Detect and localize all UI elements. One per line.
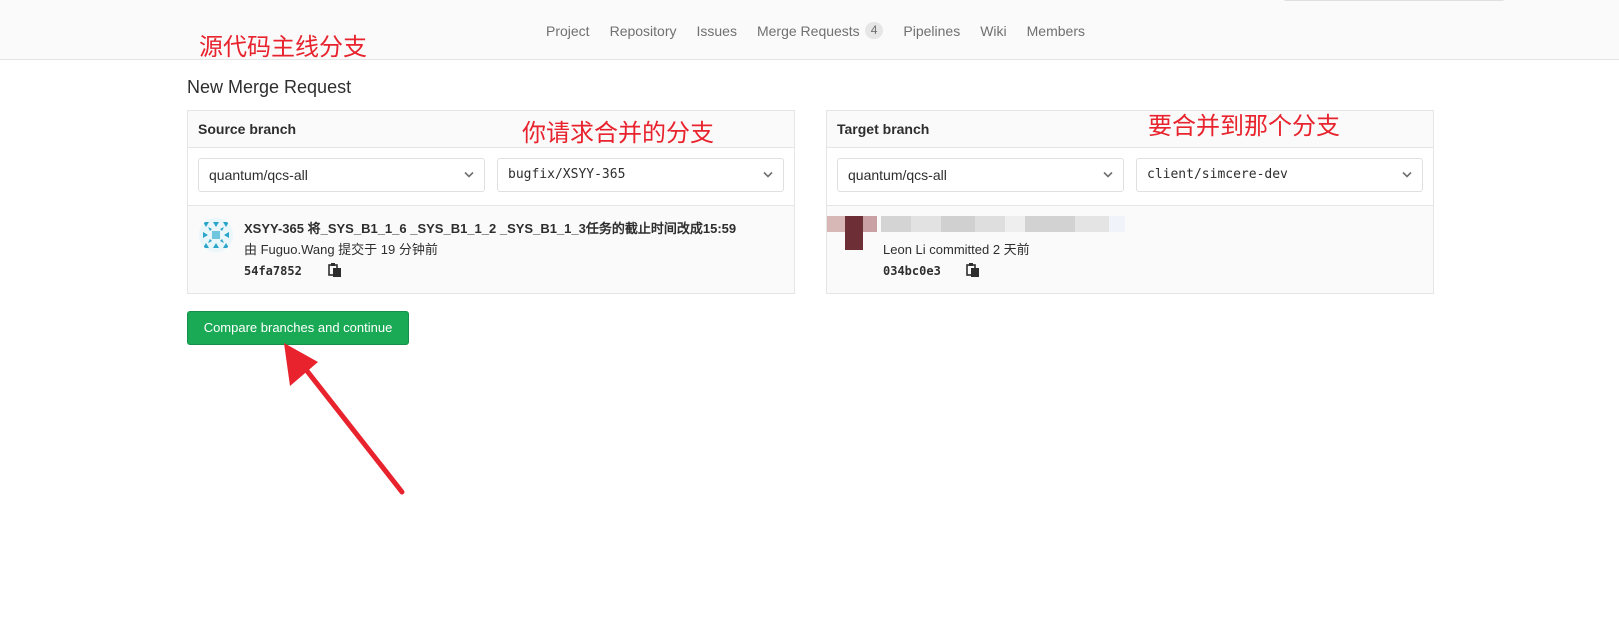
annotation-target-hint: 要合并到那个分支 [1148,112,1340,140]
source-commit-sha[interactable]: 54fa7852 [244,264,302,278]
redacted-commit-title [827,216,1137,250]
chevron-down-icon [763,171,773,178]
source-commit: XSYY-365 将_SYS_B1_1_6 _SYS_B1_1_2 _SYS_B… [188,206,794,294]
target-branch-heading: Target branch [827,111,1433,148]
source-commit-title[interactable]: XSYY-365 将_SYS_B1_1_6 _SYS_B1_1_2 _SYS_B… [244,218,736,237]
search-input[interactable] [1283,0,1505,1]
source-commit-meta: 由 Fuguo.Wang 提交于 19 分钟前 [244,242,438,257]
source-project-value: quantum/qcs-all [209,167,308,183]
page-title: New Merge Request [187,77,352,97]
chevron-down-icon [464,171,474,178]
chevron-down-icon [1402,171,1412,178]
nav-issues[interactable]: Issues [697,23,737,39]
avatar [199,218,233,252]
clipboard-icon[interactable] [328,262,342,278]
source-selects: quantum/qcs-all bugfix/XSYY-365 [188,148,794,206]
target-commit: Leon Li committed 2 天前 034bc0e3 [827,206,1433,294]
target-project-dropdown[interactable]: quantum/qcs-all [837,158,1124,192]
source-branch-value: bugfix/XSYY-365 [508,167,626,182]
target-branch-dropdown[interactable]: client/simcere-dev [1136,158,1423,192]
nav-repository[interactable]: Repository [610,23,677,39]
nav-wiki[interactable]: Wiki [980,23,1006,39]
nav-members[interactable]: Members [1027,23,1085,39]
annotation-mainline: 源代码主线分支 [199,33,367,61]
nav-merge-requests[interactable]: Merge Requests 4 [756,22,884,39]
target-branch-value: client/simcere-dev [1147,167,1288,182]
chevron-down-icon [1103,171,1113,178]
clipboard-icon[interactable] [966,262,980,278]
nav-project[interactable]: Project [546,23,590,39]
source-branch-dropdown[interactable]: bugfix/XSYY-365 [497,158,784,192]
target-selects: quantum/qcs-all client/simcere-dev [827,148,1433,206]
merge-requests-count-badge: 4 [864,22,884,39]
target-branch-panel: Target branch quantum/qcs-all client/sim… [826,110,1434,294]
target-project-value: quantum/qcs-all [848,167,947,183]
target-commit-meta: Leon Li committed 2 天前 [883,242,1030,257]
arrow-annotation-icon [284,343,405,495]
nav-pipelines[interactable]: Pipelines [903,23,960,39]
project-nav: Project Repository Issues Merge Requests… [546,22,1105,39]
source-project-dropdown[interactable]: quantum/qcs-all [198,158,485,192]
target-commit-sha[interactable]: 034bc0e3 [883,264,941,278]
annotation-source-hint: 你请求合并的分支 [522,119,714,147]
nav-merge-requests-label: Merge Requests [756,22,860,39]
